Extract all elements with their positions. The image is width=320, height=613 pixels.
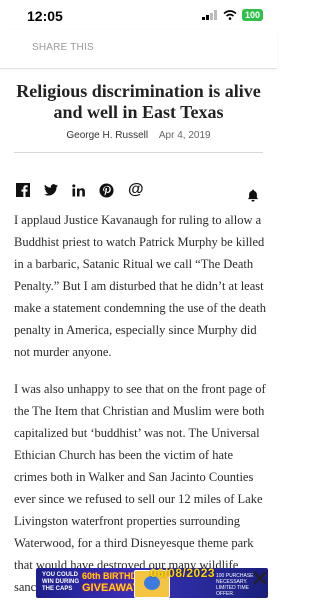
article-paragraph: I applaud Justice Kavanaugh for ruling t… (14, 213, 266, 359)
bell-icon[interactable] (247, 186, 259, 204)
close-icon[interactable] (253, 571, 267, 585)
status-icons: 100 (201, 9, 263, 21)
signal-icon (201, 10, 217, 20)
status-time: 12:05 (27, 8, 63, 24)
pinterest-icon[interactable] (99, 181, 114, 199)
share-title: SHARE THIS (32, 42, 94, 53)
wifi-icon (223, 10, 237, 20)
twitter-icon[interactable] (44, 181, 58, 199)
divider (14, 152, 263, 153)
email-icon[interactable]: @ (128, 181, 144, 199)
article-body: I applaud Justice Kavanaugh for ruling t… (14, 209, 266, 613)
article-paragraph: I was also unhappy to see that on the fr… (14, 382, 266, 594)
status-bar: 12:05 100 (0, 0, 277, 30)
author-name[interactable]: George H. Russell (66, 130, 148, 141)
date-overlay: 06/08/2023 (150, 566, 216, 580)
article-headline: Religious discrimination is alive and we… (16, 81, 261, 122)
share-row: @ (14, 181, 264, 204)
battery-icon: 100 (241, 9, 263, 21)
facebook-icon[interactable] (16, 181, 30, 199)
linkedin-icon[interactable] (72, 181, 85, 199)
share-header: SHARE THIS (0, 30, 277, 69)
byline: George H. Russell Apr 4, 2019 (0, 130, 277, 141)
publish-date: Apr 4, 2019 (158, 130, 211, 141)
ad-left-text: YOU COULD WIN DURING THE CAPS (42, 572, 79, 592)
